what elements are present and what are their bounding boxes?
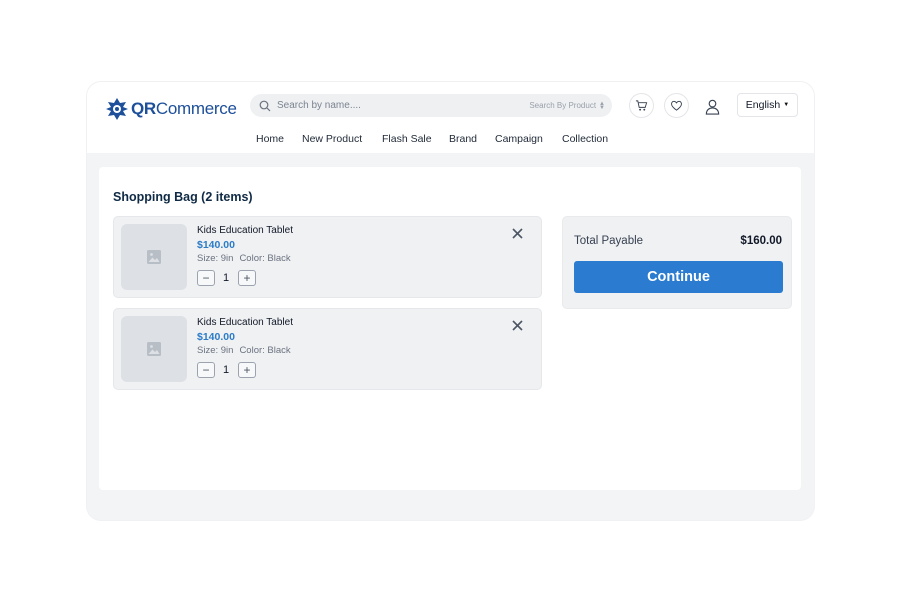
language-select[interactable]: English ▼ (737, 93, 798, 117)
nav-item-brand[interactable]: Brand (449, 133, 477, 145)
product-size: Size: 9in (197, 345, 234, 356)
nav-item-flash-sale[interactable]: Flash Sale (382, 133, 432, 145)
wishlist-button[interactable] (664, 93, 689, 118)
total-payable-value: $160.00 (740, 235, 782, 247)
cart-item: Kids Education Tablet $140.00 Size: 9in C… (113, 308, 542, 390)
logo[interactable]: QRCommerce (104, 95, 237, 123)
header: QRCommerce Search By Product ▲▼ English … (87, 82, 814, 153)
quantity-increase-button[interactable]: + (238, 270, 256, 286)
product-color: Color: Black (239, 253, 291, 264)
page-title: Shopping Bag (2 items) (113, 190, 253, 204)
nav-item-home[interactable]: Home (256, 133, 284, 145)
search-input[interactable] (277, 100, 507, 111)
product-attributes: Size: 9in Color: Black (197, 253, 291, 264)
search-scope-select[interactable]: Search By Product ▲ ▼ (529, 94, 605, 117)
quantity-decrease-button[interactable]: − (197, 362, 215, 378)
quantity-value: 1 (222, 272, 230, 284)
quantity-value: 1 (222, 364, 230, 376)
remove-item-button[interactable] (511, 319, 524, 332)
search-icon (259, 100, 271, 112)
user-button[interactable] (703, 97, 721, 115)
cart-button[interactable] (629, 93, 654, 118)
continue-button[interactable]: Continue (574, 261, 783, 293)
total-payable-label: Total Payable (574, 235, 644, 247)
heart-icon (671, 100, 682, 111)
language-label: English (745, 99, 781, 111)
nav-item-collection[interactable]: Collection (562, 133, 608, 145)
search-bar: Search By Product ▲▼ (250, 94, 612, 117)
remove-item-button[interactable] (511, 227, 524, 240)
updown-chevron-icon: ▲ ▼ (599, 100, 605, 111)
product-color: Color: Black (239, 345, 291, 356)
nav-item-campaign[interactable]: Campaign (495, 133, 543, 145)
nav-item-new-product[interactable]: New Product (302, 133, 362, 145)
product-price: $140.00 (197, 331, 235, 343)
app-frame: QRCommerce Search By Product ▲▼ English … (87, 82, 814, 520)
product-attributes: Size: 9in Color: Black (197, 345, 291, 356)
shopping-bag-card: Shopping Bag (2 items) Kids Education Ta… (99, 167, 801, 490)
image-placeholder-icon (147, 342, 161, 356)
caret-down-icon: ▼ (783, 102, 790, 108)
image-placeholder-icon (147, 250, 161, 264)
product-thumbnail[interactable] (121, 316, 187, 382)
cart-icon (635, 100, 648, 111)
product-size: Size: 9in (197, 253, 234, 264)
user-icon (705, 99, 719, 115)
quantity-increase-button[interactable]: + (238, 362, 256, 378)
order-summary: Total Payable $160.00 Continue (562, 216, 792, 309)
search-scope-label: Search By Product (529, 101, 597, 110)
cart-item: Kids Education Tablet $140.00 Size: 9in C… (113, 216, 542, 298)
main-nav: Home New Product Flash Sale Brand Campai… (87, 133, 814, 147)
quantity-decrease-button[interactable]: − (197, 270, 215, 286)
product-name[interactable]: Kids Education Tablet (197, 317, 293, 328)
close-icon (512, 320, 523, 331)
logo-icon (106, 98, 128, 120)
product-thumbnail[interactable] (121, 224, 187, 290)
logo-text: QRCommerce (131, 99, 237, 118)
product-name[interactable]: Kids Education Tablet (197, 225, 293, 236)
product-price: $140.00 (197, 239, 235, 251)
close-icon (512, 228, 523, 239)
